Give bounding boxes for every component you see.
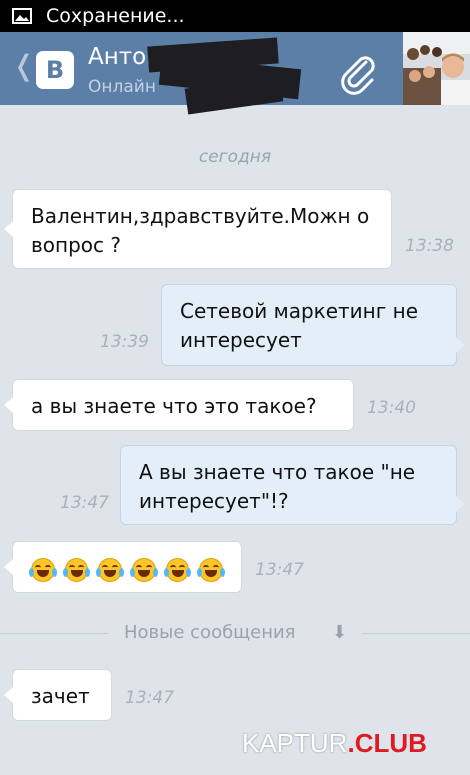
tears-of-joy-emoji-icon <box>96 558 125 582</box>
vk-logo-icon[interactable]: В <box>36 51 74 89</box>
date-separator: сегодня <box>198 147 272 167</box>
message-time: 13:39 <box>100 332 149 352</box>
status-text: Сохранение... <box>46 5 185 27</box>
message-text: А вы знаете что такое "не интересует"!? <box>139 460 416 513</box>
message-bubble-outgoing[interactable]: А вы знаете что такое "не интересует"!? <box>120 445 465 525</box>
tears-of-joy-emoji-icon <box>197 558 226 582</box>
message-time: 13:47 <box>255 560 304 580</box>
paperclip-icon[interactable] <box>336 50 382 96</box>
tears-of-joy-emoji-icon <box>29 558 57 582</box>
image-icon <box>12 8 32 24</box>
avatar[interactable] <box>403 32 470 105</box>
new-messages-divider: Новые сообщения ⬇ <box>0 622 470 646</box>
logo-letter: В <box>45 56 65 84</box>
watermark-part2: .CLUB <box>347 728 427 758</box>
arrow-down-icon: ⬇ <box>332 622 348 643</box>
message-bubble-incoming[interactable] <box>4 541 242 593</box>
watermark: KAPTUR.CLUB <box>242 728 427 759</box>
tears-of-joy-emoji-icon <box>62 558 91 582</box>
message-time: 13:38 <box>405 236 454 256</box>
message-bubble-incoming[interactable]: а вы знаете что это такое? <box>4 379 354 431</box>
chat-header: ❬ В Антон Онлайн <box>0 32 470 115</box>
status-bar: Сохранение... <box>0 0 470 32</box>
message-bubble-incoming[interactable]: зачет <box>4 669 112 721</box>
contact-status: Онлайн <box>88 77 156 97</box>
message-time: 13:47 <box>60 493 109 513</box>
message-time: 13:47 <box>125 688 174 708</box>
message-text: Сетевой маркетинг не интересует <box>180 299 418 352</box>
message-text: Валентин,здравствуйте.Можн о вопрос ? <box>31 204 370 257</box>
watermark-part1: KAPTUR <box>242 728 348 758</box>
message-text: зачет <box>31 684 90 708</box>
tears-of-joy-emoji-icon <box>130 558 158 582</box>
message-time: 13:40 <box>367 398 416 418</box>
message-bubble-incoming[interactable]: Валентин,здравствуйте.Можн о вопрос ? <box>4 189 392 269</box>
emoji-row <box>29 554 226 582</box>
divider-line <box>362 633 470 634</box>
message-text: а вы знаете что это такое? <box>31 394 317 418</box>
message-bubble-outgoing[interactable]: Сетевой маркетинг не интересует <box>161 284 465 366</box>
new-messages-label: Новые сообщения <box>124 622 296 643</box>
back-icon[interactable]: ❬ <box>12 52 35 80</box>
divider-line <box>0 633 108 634</box>
avatar-photo <box>403 32 470 105</box>
tears-of-joy-emoji-icon <box>163 558 192 582</box>
